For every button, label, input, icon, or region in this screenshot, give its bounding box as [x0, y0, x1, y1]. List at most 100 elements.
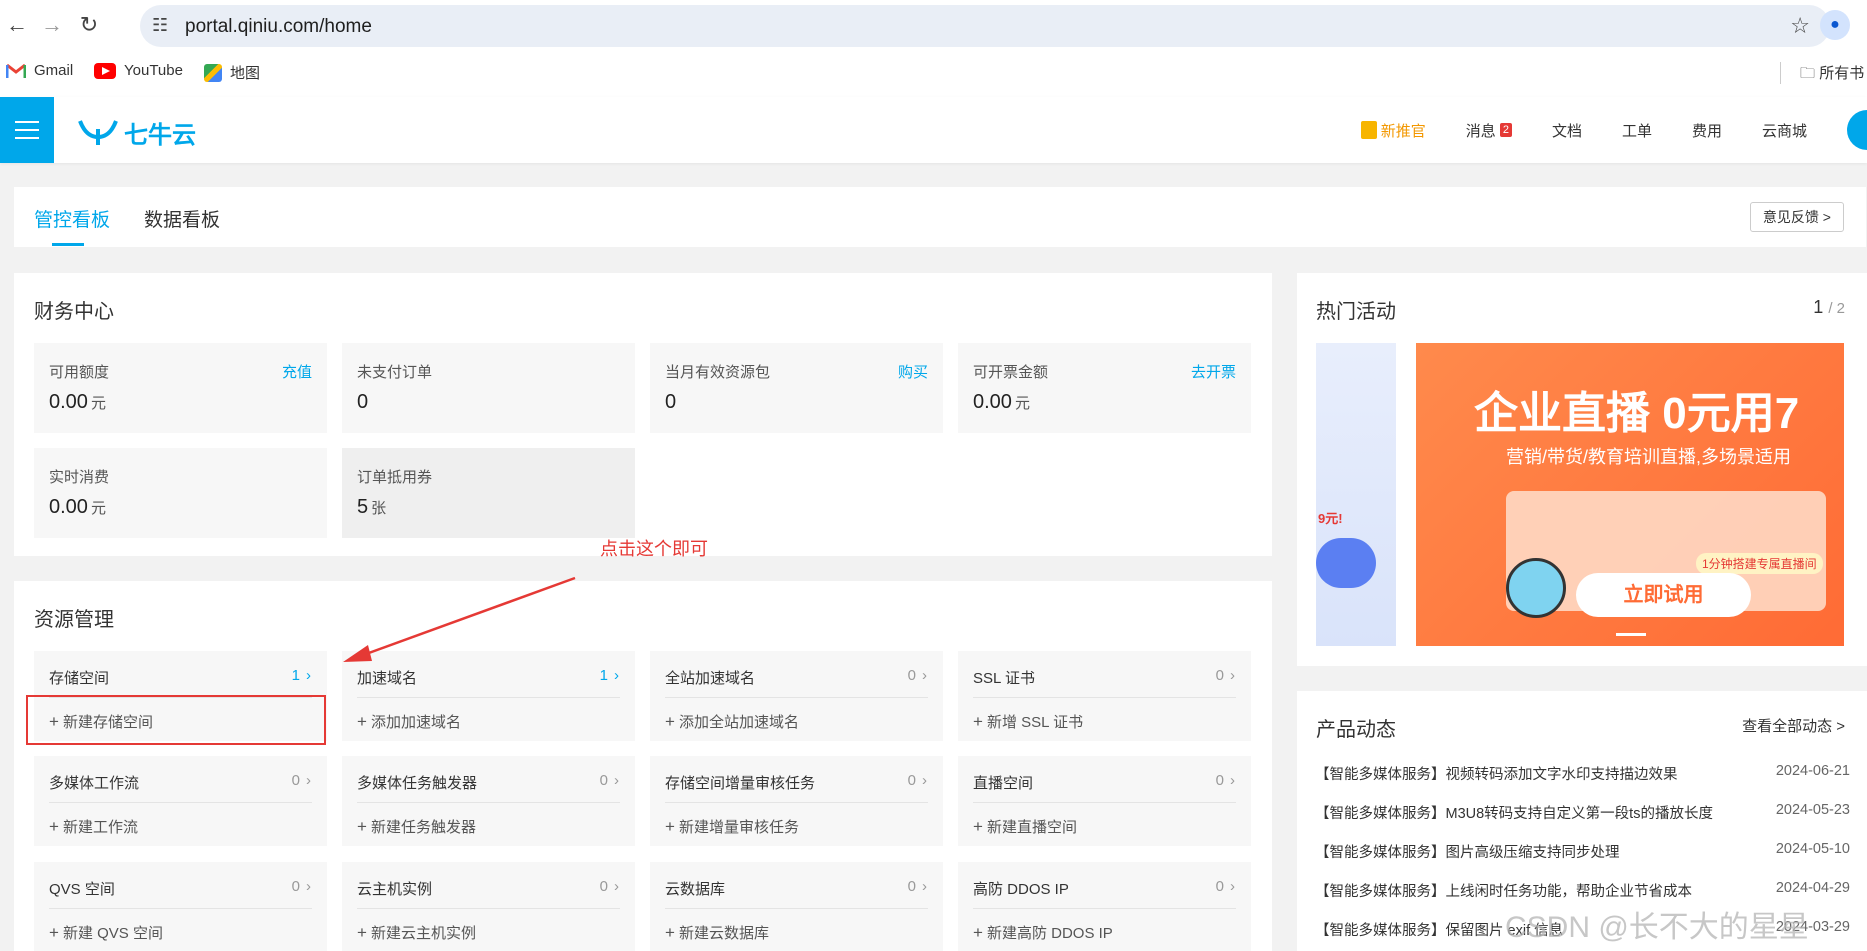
resource-count[interactable]: 1 ›	[600, 667, 619, 684]
resource-name[interactable]: 多媒体工作流	[49, 772, 139, 793]
resource-count[interactable]: 0 ›	[600, 772, 619, 789]
add-cdn-domain-button[interactable]: + 添加加速域名	[357, 711, 461, 732]
annotation-text: 点击这个即可	[600, 539, 708, 559]
plus-icon: +	[665, 923, 675, 942]
resource-count[interactable]: 0 ›	[908, 878, 927, 895]
resource-name[interactable]: 全站加速域名	[665, 667, 755, 688]
nav-mall[interactable]: 云商城	[1762, 120, 1807, 141]
back-icon[interactable]: ←	[2, 10, 32, 40]
banner-prev-slide[interactable]: 9元!	[1316, 343, 1396, 646]
bookmark-separator	[1780, 62, 1781, 84]
nav-label: 云商城	[1761, 122, 1807, 140]
create-qvs-space-button[interactable]: + 新建 QVS 空间	[49, 922, 163, 943]
resource-name[interactable]: SSL 证书	[973, 667, 1035, 688]
resource-count[interactable]: 1 ›	[292, 667, 311, 684]
resource-count[interactable]: 0 ›	[600, 878, 619, 895]
maps-icon	[204, 63, 222, 82]
resource-name[interactable]: 云主机实例	[357, 878, 432, 899]
browser-toolbar: ← → ↻ ☷ portal.qiniu.com/home ☆ ●	[0, 0, 1867, 50]
resource-ssl-cert: SSL 证书 0 › + 新增 SSL 证书	[958, 651, 1251, 741]
menu-icon[interactable]	[0, 97, 54, 163]
resource-count[interactable]: 0 ›	[908, 772, 927, 789]
banner-live-promo[interactable]: 企业直播 0元用7 营销/带货/教育培训直播,多场景适用 1分钟搭建专属直播间 …	[1416, 343, 1844, 646]
create-audit-task-button[interactable]: + 新建增量审核任务	[665, 816, 799, 837]
banner-title: 企业直播 0元用7	[1474, 389, 1800, 438]
bookmark-star-icon[interactable]: ☆	[1790, 13, 1810, 39]
resource-count[interactable]: 0 ›	[292, 878, 311, 895]
news-item[interactable]: 【智能多媒体服务】视频转码添加文字水印支持描边效果 2024-06-21	[1315, 763, 1850, 783]
resource-name[interactable]: 存储空间	[49, 667, 109, 688]
profile-icon[interactable]: ●	[1820, 10, 1850, 40]
resource-name[interactable]: 云数据库	[665, 878, 725, 899]
resource-name[interactable]: QVS 空间	[49, 878, 115, 899]
address-bar[interactable]: ☷ portal.qiniu.com/home ☆	[140, 5, 1830, 47]
finance-unpaid-orders: 未支付订单 0	[342, 343, 635, 433]
resource-count[interactable]: 0 ›	[1216, 878, 1235, 895]
chevron-right-icon: ›	[922, 772, 927, 789]
feedback-button[interactable]: 意见反馈 >	[1749, 202, 1844, 232]
plus-icon: +	[357, 923, 367, 942]
resource-name[interactable]: 多媒体任务触发器	[357, 772, 477, 793]
bookmark-maps[interactable]: 地图	[204, 62, 260, 83]
create-workflow-button[interactable]: + 新建工作流	[49, 816, 138, 837]
qiniu-logo[interactable]: 七牛云	[78, 115, 196, 150]
divider	[665, 697, 928, 698]
chevron-right-icon: ›	[1230, 878, 1235, 895]
tab-data-board[interactable]: 数据看板	[144, 205, 220, 232]
cloud-icon	[1316, 538, 1376, 588]
create-ddos-ip-button[interactable]: + 新建高防 DDOS IP	[973, 922, 1113, 943]
nav-billing[interactable]: 费用	[1692, 120, 1722, 141]
bookmark-youtube[interactable]: YouTube	[94, 62, 183, 79]
invoice-link[interactable]: 去开票	[1191, 361, 1236, 382]
bookmark-gmail[interactable]: Gmail	[5, 62, 73, 79]
dashboard-tab-bar: 管控看板 数据看板 意见反馈 >	[14, 187, 1866, 247]
buy-link[interactable]: 购买	[898, 361, 928, 382]
divider	[973, 802, 1236, 803]
create-cloud-host-button[interactable]: + 新建云主机实例	[357, 922, 476, 943]
bookmark-folder[interactable]: 🗀 所有书	[1800, 62, 1864, 88]
create-live-space-button[interactable]: + 新建直播空间	[973, 816, 1077, 837]
news-item[interactable]: 【智能多媒体服务】M3U8转码支持自定义第一段ts的播放长度 2024-05-23	[1315, 802, 1850, 822]
news-item[interactable]: 【智能多媒体服务】图片高级压缩支持同步处理 2024-05-10	[1315, 841, 1850, 861]
nav-docs[interactable]: 文档	[1552, 120, 1582, 141]
add-dcdn-domain-button[interactable]: + 添加全站加速域名	[665, 711, 799, 732]
plus-icon: +	[49, 923, 59, 942]
try-now-button[interactable]: 立即试用	[1576, 573, 1751, 617]
plus-icon: +	[973, 712, 983, 731]
resource-name[interactable]: 高防 DDOS IP	[973, 878, 1069, 899]
forward-icon[interactable]: →	[37, 10, 67, 40]
nav-tickets[interactable]: 工单	[1622, 120, 1652, 141]
banner-tag: 1分钟搭建专属直播间	[1696, 553, 1823, 574]
site-info-icon[interactable]: ☷	[152, 15, 168, 36]
avatar[interactable]	[1847, 110, 1867, 150]
resource-count[interactable]: 0 ›	[1216, 772, 1235, 789]
finance-center-card: 财务中心 可用额度 充值 0.00 元 未支付订单 0 当月有效资源包 购买 0 …	[14, 273, 1272, 556]
view-all-news-link[interactable]: 查看全部动态 >	[1742, 715, 1845, 736]
active-tab-indicator	[52, 243, 84, 246]
recharge-link[interactable]: 充值	[282, 361, 312, 382]
create-trigger-button[interactable]: + 新建任务触发器	[357, 816, 476, 837]
plus-icon: +	[49, 817, 59, 836]
divider	[49, 802, 312, 803]
finance-value: 0.00 元	[973, 391, 1030, 413]
add-ssl-cert-button[interactable]: + 新增 SSL 证书	[973, 711, 1083, 732]
create-cloud-db-button[interactable]: + 新建云数据库	[665, 922, 769, 943]
plus-icon: +	[357, 817, 367, 836]
resource-name[interactable]: 加速域名	[357, 667, 417, 688]
chevron-right-icon: ›	[614, 878, 619, 895]
divider	[665, 802, 928, 803]
reload-icon[interactable]: ↻	[74, 10, 104, 40]
resource-count[interactable]: 0 ›	[908, 667, 927, 684]
nav-messages[interactable]: 消息 2	[1466, 120, 1512, 141]
resource-count[interactable]: 0 ›	[292, 772, 311, 789]
news-item[interactable]: 【智能多媒体服务】上线闲时任务功能，帮助企业节省成本 2024-04-29	[1315, 880, 1850, 900]
annotation-highlight-box	[26, 695, 326, 745]
resource-name[interactable]: 存储空间增量审核任务	[665, 772, 815, 793]
resource-count[interactable]: 0 ›	[1216, 667, 1235, 684]
resource-name[interactable]: 直播空间	[973, 772, 1033, 793]
nav-promo[interactable]: 新推官	[1360, 120, 1426, 141]
nav-label: 新推官	[1380, 122, 1426, 140]
plus-icon: +	[665, 817, 675, 836]
tab-control-board[interactable]: 管控看板	[34, 205, 110, 232]
finance-coupons[interactable]: 订单抵用券 5张	[342, 448, 635, 538]
